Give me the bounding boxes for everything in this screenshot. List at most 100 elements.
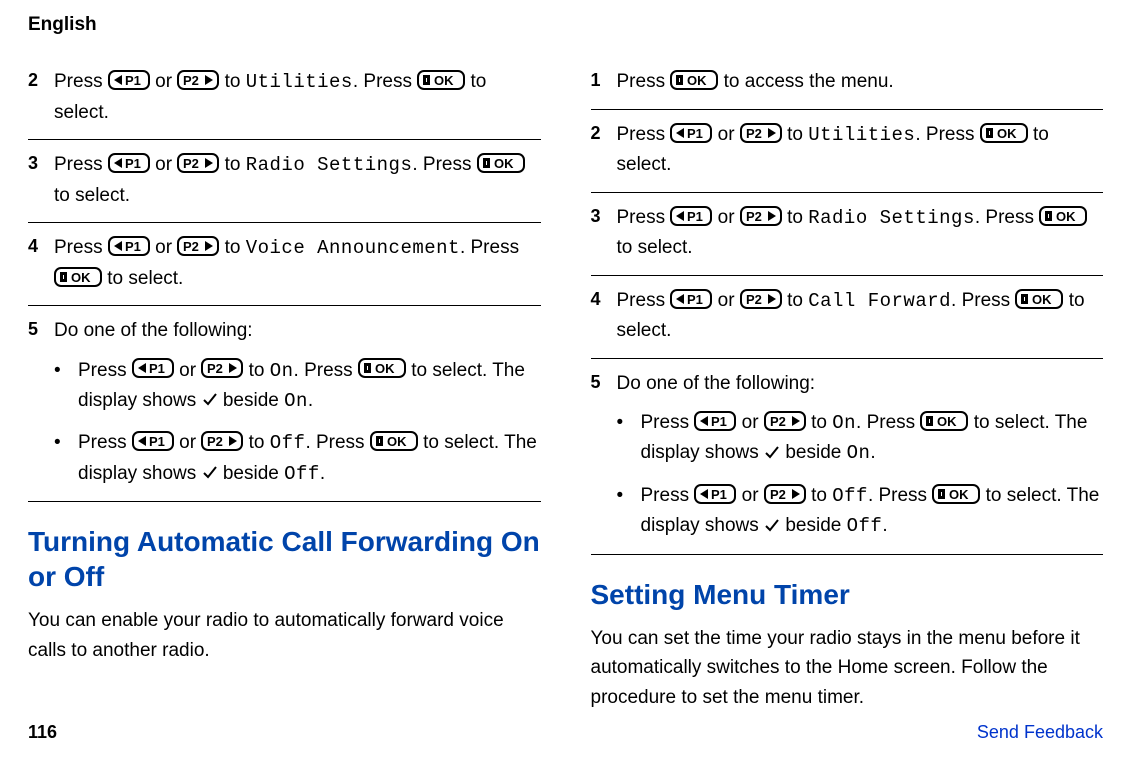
menu-item: Off (284, 463, 320, 485)
svg-text:P2: P2 (183, 156, 199, 171)
step-number: 3 (591, 203, 617, 263)
bullet-icon: • (54, 428, 78, 489)
p2-right-key-icon: P2 (740, 123, 782, 143)
step-number: 2 (28, 67, 54, 127)
svg-text:P2: P2 (746, 126, 762, 141)
ok-key-icon: OK (370, 431, 418, 451)
menu-item: On (832, 412, 856, 434)
send-feedback-link[interactable]: Send Feedback (977, 719, 1103, 747)
svg-text:P2: P2 (746, 209, 762, 224)
text: or (712, 290, 739, 311)
checkmark-icon (764, 439, 780, 468)
step-body: Press P1 or P2 to Voice Announcement. Pr… (54, 233, 541, 293)
text: Press (617, 71, 671, 92)
ok-key-icon: OK (417, 70, 465, 90)
ok-key-icon: OK (1039, 206, 1087, 226)
text: . (882, 515, 887, 536)
p2-right-key-icon: P2 (764, 484, 806, 504)
text: beside (218, 463, 285, 484)
section-heading-menu-timer: Setting Menu Timer (591, 577, 1104, 612)
svg-text:OK: OK (1056, 209, 1076, 224)
left-column: 2 Press P1 or P2 to Utilities. Press OK … (28, 57, 541, 720)
svg-text:P1: P1 (149, 434, 165, 449)
text: to (219, 71, 245, 92)
section-intro: You can enable your radio to automatical… (28, 606, 541, 665)
menu-item: Radio Settings (808, 207, 975, 229)
menu-item: Utilities (246, 71, 353, 93)
menu-item: Utilities (808, 124, 915, 146)
svg-text:P2: P2 (207, 361, 223, 376)
p1-left-key-icon: P1 (132, 358, 174, 378)
svg-text:OK: OK (997, 126, 1017, 141)
svg-text:OK: OK (949, 487, 969, 502)
right-step-4: 4 Press P1 or P2 to Call Forward. Press … (591, 276, 1104, 359)
text: or (174, 360, 201, 381)
text: to (806, 412, 832, 433)
list-item: • Press P1 or P2 to Off. Press OK to sel… (54, 428, 541, 489)
page-footer: 116 Send Feedback (28, 719, 1103, 747)
menu-item: Off (832, 485, 868, 507)
ok-key-icon: OK (980, 123, 1028, 143)
text: Press (54, 71, 108, 92)
step-body: Press P1 or P2 to Radio Settings. Press … (54, 150, 541, 210)
text: . Press (294, 360, 358, 381)
text: Press (641, 485, 695, 506)
text: or (150, 154, 177, 175)
text: to (782, 290, 808, 311)
text: to access the menu. (718, 71, 893, 92)
svg-text:P1: P1 (125, 73, 141, 88)
text: Press (78, 432, 132, 453)
menu-item: Voice Announcement (246, 237, 460, 259)
checkmark-icon (764, 512, 780, 541)
text: or (150, 71, 177, 92)
step-number: 2 (591, 120, 617, 180)
left-step-3: 3 Press P1 or P2 to Radio Settings. Pres… (28, 140, 541, 223)
p2-right-key-icon: P2 (177, 70, 219, 90)
p2-right-key-icon: P2 (740, 206, 782, 226)
text: Press (78, 360, 132, 381)
text: to select. (54, 185, 130, 206)
svg-text:P1: P1 (687, 209, 703, 224)
text: or (712, 124, 739, 145)
bullet-icon: • (617, 481, 641, 542)
p2-right-key-icon: P2 (764, 411, 806, 431)
p1-left-key-icon: P1 (670, 123, 712, 143)
text: Press (617, 124, 671, 145)
ok-key-icon: OK (477, 153, 525, 173)
svg-text:OK: OK (687, 73, 707, 88)
bullet-icon: • (54, 356, 78, 417)
ok-key-icon: OK (670, 70, 718, 90)
section-heading-call-forwarding: Turning Automatic Call Forwarding On or … (28, 524, 541, 594)
step-lead: Do one of the following: (617, 369, 1104, 398)
ok-key-icon: OK (1015, 289, 1063, 309)
step-body: Press OK to access the menu. (617, 67, 1104, 96)
p2-right-key-icon: P2 (740, 289, 782, 309)
svg-text:OK: OK (937, 414, 957, 429)
p2-right-key-icon: P2 (201, 358, 243, 378)
page-number: 116 (28, 719, 57, 747)
svg-text:OK: OK (71, 270, 91, 285)
text: to (219, 154, 245, 175)
text: . (870, 442, 875, 463)
svg-text:P2: P2 (746, 292, 762, 307)
p1-left-key-icon: P1 (694, 484, 736, 504)
text: or (736, 412, 763, 433)
menu-item: Off (270, 432, 306, 454)
svg-text:P1: P1 (711, 414, 727, 429)
step-body: Do one of the following: • Press P1 or P… (54, 316, 541, 489)
ok-key-icon: OK (932, 484, 980, 504)
text: Press (641, 412, 695, 433)
menu-item: Radio Settings (246, 154, 413, 176)
step-number: 4 (28, 233, 54, 293)
svg-text:P1: P1 (125, 239, 141, 254)
right-step-2: 2 Press P1 or P2 to Utilities. Press OK … (591, 110, 1104, 193)
text: Press (617, 290, 671, 311)
menu-item: On (270, 360, 294, 382)
text: . Press (412, 154, 476, 175)
text: or (150, 237, 177, 258)
section-intro: You can set the time your radio stays in… (591, 624, 1104, 712)
p1-left-key-icon: P1 (670, 289, 712, 309)
text: beside (218, 390, 285, 411)
text: . (320, 463, 325, 484)
svg-text:P2: P2 (770, 414, 786, 429)
